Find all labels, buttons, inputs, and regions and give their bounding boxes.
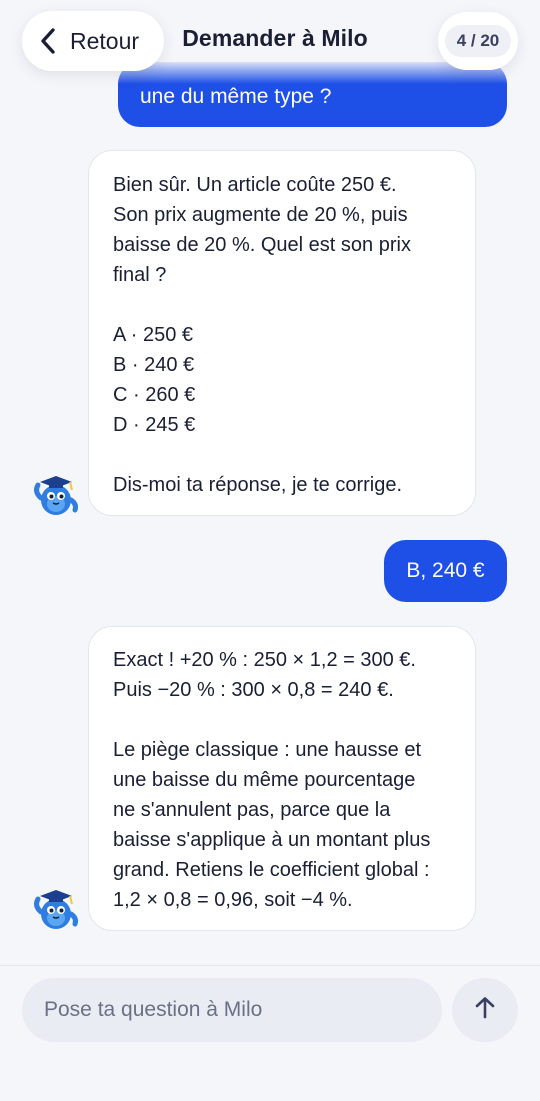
- back-label: Retour: [70, 27, 140, 54]
- message-line: grand. Retiens le coefficient global :: [113, 859, 430, 881]
- question-input[interactable]: [22, 978, 442, 1042]
- counter-badge: 4 / 20: [444, 25, 512, 57]
- send-button[interactable]: [452, 978, 518, 1042]
- chevron-left-icon: [38, 27, 60, 55]
- message-line: baisse s'applique à un montant plus: [113, 829, 431, 851]
- top-bar: Retour Demander à Milo 4 / 20: [0, 0, 540, 84]
- page-title: Demander à Milo: [182, 25, 368, 51]
- question-counter: 4 / 20: [438, 12, 518, 70]
- message-line: Puis −20 % : 300 × 0,8 = 240 €.: [113, 679, 394, 701]
- message-line: une du même type ?: [140, 85, 332, 108]
- user-message: B, 240 €: [384, 540, 507, 602]
- message-line: Le piège classique : une hausse et: [113, 739, 421, 761]
- message-line: Bien sûr. Un article coûte 250 €.: [113, 174, 397, 196]
- assistant-message: Exact ! +20 % : 250 × 1,2 = 300 €. Puis …: [88, 626, 476, 931]
- message-line: B, 240 €: [406, 559, 485, 582]
- message-line: Exact ! +20 % : 250 × 1,2 = 300 €.: [113, 649, 416, 671]
- message-line: ne s'annulent pas, parce que la: [113, 799, 391, 821]
- back-button[interactable]: Retour: [22, 11, 164, 71]
- message-line: final ?: [113, 264, 167, 286]
- answer-option-d: D · 245 €: [113, 414, 196, 436]
- answer-option-c: C · 260 €: [113, 384, 196, 406]
- message-line: baisse de 20 %. Quel est son prix: [113, 234, 411, 256]
- chat-thread[interactable]: une du même type ? Bien sûr. Un article …: [0, 0, 540, 965]
- arrow-up-icon: [472, 995, 498, 1026]
- message-line: Dis-moi ta réponse, je te corrige.: [113, 474, 403, 496]
- message-line: une baisse du même pourcentage: [113, 769, 416, 791]
- message-line: Son prix augmente de 20 %, puis: [113, 204, 408, 226]
- answer-option-a: A · 250 €: [113, 324, 194, 346]
- milo-mascot-icon: [32, 470, 80, 518]
- composer: [0, 965, 540, 1101]
- milo-mascot-icon: [32, 884, 80, 932]
- message-line: 1,2 × 0,8 = 0,96, soit −4 %.: [113, 889, 353, 911]
- answer-option-b: B · 240 €: [113, 354, 195, 376]
- assistant-message: Bien sûr. Un article coûte 250 €. Son pr…: [88, 150, 476, 516]
